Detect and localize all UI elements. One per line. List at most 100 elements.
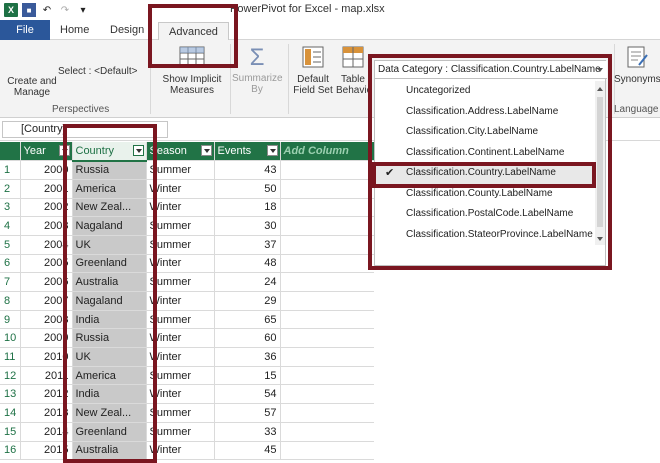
- cell-empty[interactable]: [280, 403, 375, 423]
- column-header-events[interactable]: Events: [214, 142, 281, 162]
- cell-year[interactable]: 2003: [20, 216, 73, 236]
- perspective-select[interactable]: Select : <Default>: [58, 66, 144, 77]
- cell-year[interactable]: 2007: [20, 291, 73, 311]
- row-number[interactable]: 1: [0, 160, 21, 180]
- cell-season[interactable]: Summer: [146, 310, 215, 330]
- data-category-combo[interactable]: Data Category : Classification.Country.L…: [375, 61, 607, 79]
- cell-season[interactable]: Summer: [146, 422, 215, 442]
- table-row[interactable]: 15 2014 Greenland Summer 33: [0, 422, 375, 442]
- table-row[interactable]: 13 2012 India Winter 54: [0, 384, 375, 405]
- cell-empty[interactable]: [280, 254, 375, 274]
- cell-season[interactable]: Summer: [146, 235, 215, 255]
- cell-country[interactable]: Australia: [72, 272, 147, 292]
- cell-empty[interactable]: [280, 216, 375, 236]
- cell-country[interactable]: Greenland: [72, 254, 147, 274]
- undo-icon[interactable]: ↶: [40, 3, 54, 17]
- row-number[interactable]: 16: [0, 441, 21, 461]
- table-row[interactable]: 9 2008 India Summer 65: [0, 310, 375, 330]
- cell-events[interactable]: 54: [214, 384, 281, 405]
- add-column-header[interactable]: Add Column: [280, 142, 375, 162]
- cell-country[interactable]: India: [72, 384, 147, 405]
- cell-events[interactable]: 29: [214, 291, 281, 311]
- redo-icon[interactable]: ↷: [58, 3, 72, 17]
- cell-season[interactable]: Winter: [146, 291, 215, 311]
- cell-season[interactable]: Winter: [146, 384, 215, 405]
- column-header-country[interactable]: Country: [72, 142, 147, 162]
- cell-events[interactable]: 50: [214, 179, 281, 199]
- table-row[interactable]: 16 2015 Australia Winter 45: [0, 441, 375, 461]
- cell-events[interactable]: 45: [214, 441, 281, 461]
- cell-year[interactable]: 2000: [20, 160, 73, 180]
- row-number[interactable]: 10: [0, 328, 21, 349]
- scroll-down-icon[interactable]: [597, 237, 603, 241]
- cell-season[interactable]: Summer: [146, 403, 215, 423]
- cell-empty[interactable]: [280, 366, 375, 386]
- table-row[interactable]: 10 2009 Russia Winter 60: [0, 328, 375, 349]
- row-number[interactable]: 11: [0, 347, 21, 367]
- table-row[interactable]: 11 2010 UK Winter 36: [0, 347, 375, 367]
- cell-season[interactable]: Summer: [146, 216, 215, 236]
- cell-events[interactable]: 18: [214, 198, 281, 218]
- row-number[interactable]: 3: [0, 198, 21, 218]
- save-icon[interactable]: ■: [22, 3, 36, 17]
- table-row[interactable]: 1 2000 Russia Summer 43: [0, 160, 375, 180]
- cell-year[interactable]: 2004: [20, 235, 73, 255]
- cell-season[interactable]: Winter: [146, 347, 215, 367]
- cell-season[interactable]: Winter: [146, 254, 215, 274]
- cell-empty[interactable]: [280, 441, 375, 461]
- cell-season[interactable]: Winter: [146, 441, 215, 461]
- category-option-continent[interactable]: Classification.Continent.LabelName: [375, 143, 597, 164]
- row-number[interactable]: 9: [0, 310, 21, 330]
- table-behavior-button[interactable]: Table Behavio: [336, 46, 370, 96]
- table-row[interactable]: 2 2001 America Winter 50: [0, 179, 375, 199]
- cell-empty[interactable]: [280, 160, 375, 180]
- name-box[interactable]: [Country]: [2, 121, 168, 138]
- column-header-year[interactable]: Year: [20, 142, 73, 162]
- cell-events[interactable]: 43: [214, 160, 281, 180]
- cell-events[interactable]: 33: [214, 422, 281, 442]
- row-number[interactable]: 2: [0, 179, 21, 199]
- summarize-by-button[interactable]: Σ Summarize By: [232, 46, 283, 96]
- cell-year[interactable]: 2006: [20, 272, 73, 292]
- table-row[interactable]: 12 2011 America Summer 15: [0, 366, 375, 386]
- row-number[interactable]: 13: [0, 384, 21, 405]
- tab-home[interactable]: Home: [50, 20, 99, 40]
- scroll-thumb[interactable]: [597, 97, 603, 227]
- cell-events[interactable]: 60: [214, 328, 281, 349]
- cell-season[interactable]: Winter: [146, 328, 215, 349]
- row-number[interactable]: 7: [0, 272, 21, 292]
- cell-year[interactable]: 2008: [20, 310, 73, 330]
- category-option-country[interactable]: ✔ Classification.Country.LabelName: [375, 163, 597, 184]
- cell-country[interactable]: India: [72, 310, 147, 330]
- table-row[interactable]: 5 2004 UK Summer 37: [0, 235, 375, 255]
- row-number[interactable]: 12: [0, 366, 21, 386]
- cell-events[interactable]: 37: [214, 235, 281, 255]
- cell-empty[interactable]: [280, 291, 375, 311]
- category-option-city[interactable]: Classification.City.LabelName: [375, 122, 597, 143]
- cell-empty[interactable]: [280, 235, 375, 255]
- cell-events[interactable]: 36: [214, 347, 281, 367]
- category-option-address[interactable]: Classification.Address.LabelName: [375, 102, 597, 123]
- cell-season[interactable]: Winter: [146, 198, 215, 218]
- select-all-corner[interactable]: [0, 142, 21, 162]
- filter-dropdown-icon[interactable]: [266, 145, 278, 156]
- table-row[interactable]: 8 2007 Nagaland Winter 29: [0, 291, 375, 311]
- cell-country[interactable]: America: [72, 366, 147, 386]
- category-option-postalcode[interactable]: Classification.PostalCode.LabelName: [375, 204, 597, 225]
- cell-events[interactable]: 65: [214, 310, 281, 330]
- cell-empty[interactable]: [280, 272, 375, 292]
- cell-country[interactable]: UK: [72, 347, 147, 367]
- category-option-uncategorized[interactable]: Uncategorized: [375, 81, 597, 102]
- cell-country[interactable]: Greenland: [72, 422, 147, 442]
- cell-events[interactable]: 15: [214, 366, 281, 386]
- cell-year[interactable]: 2015: [20, 441, 73, 461]
- synonyms-button[interactable]: Synonyms: [614, 46, 660, 85]
- filter-dropdown-icon[interactable]: [132, 145, 144, 156]
- cell-country[interactable]: America: [72, 179, 147, 199]
- cell-empty[interactable]: [280, 328, 375, 349]
- cell-year[interactable]: 2010: [20, 347, 73, 367]
- scroll-up-icon[interactable]: [597, 87, 603, 91]
- cell-events[interactable]: 48: [214, 254, 281, 274]
- column-header-season[interactable]: Season: [146, 142, 215, 162]
- row-number[interactable]: 15: [0, 422, 21, 442]
